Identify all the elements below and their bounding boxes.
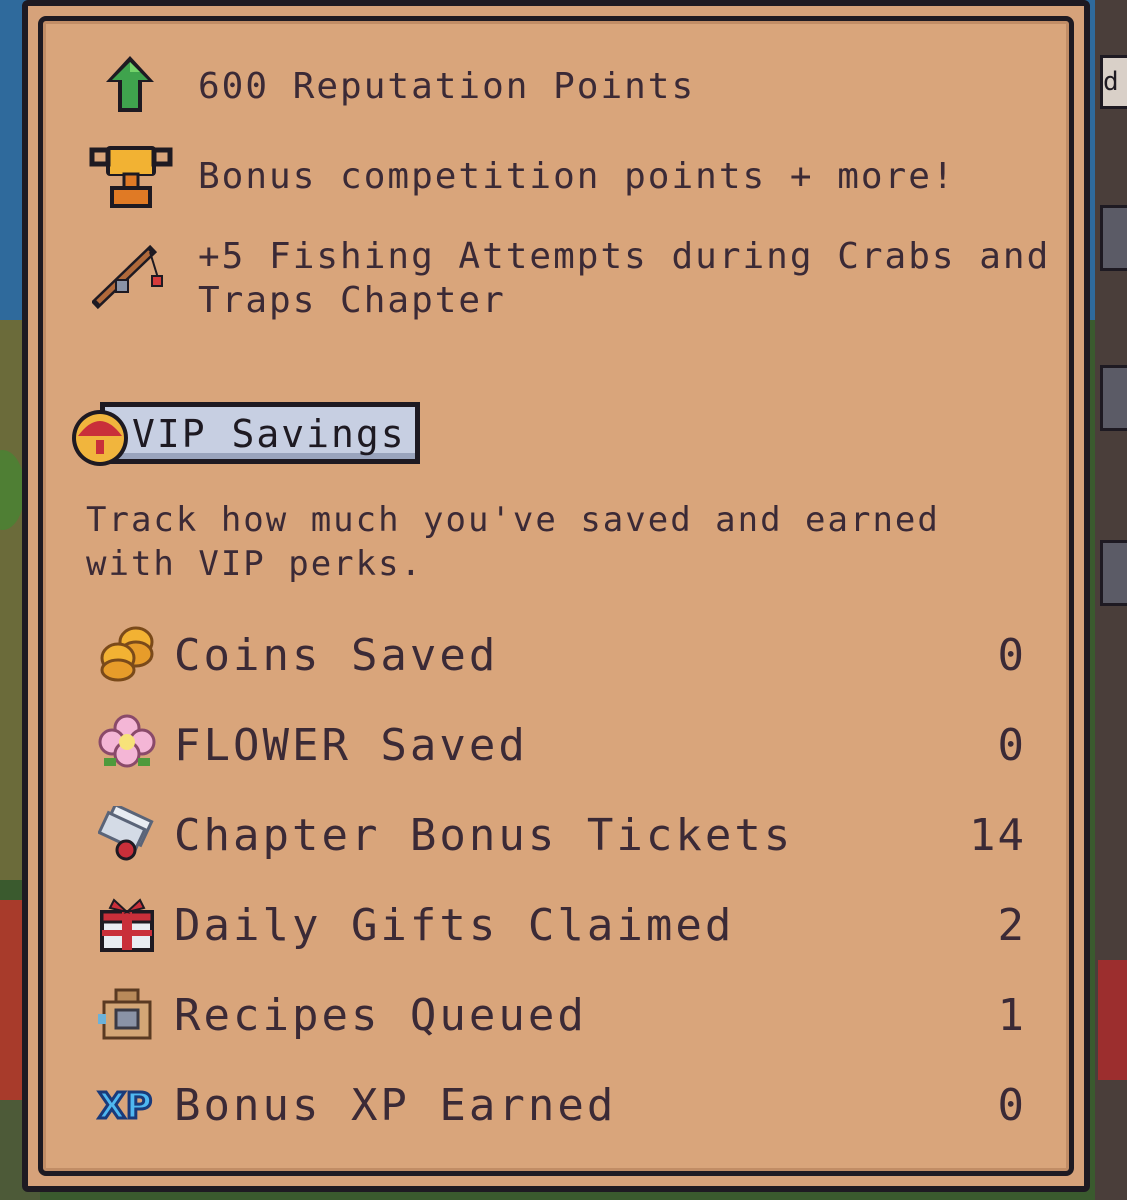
stat-value-flower: 0 [997,720,1026,771]
ticket-icon [98,806,154,861]
perk-fishing-text-line1: +5 Fishing Attempts during Crabs and [198,236,1051,277]
stat-label-gifts: Daily Gifts Claimed [174,900,735,951]
side-button[interactable] [1100,365,1127,431]
perk-fishing-text-line2: Traps Chapter [198,280,506,321]
coins-icon [100,626,154,682]
vip-gift-icon [72,410,128,466]
stat-label-coins: Coins Saved [174,630,499,681]
side-tab[interactable]: d [1100,55,1127,109]
xp-icon: XP [97,1085,154,1127]
vip-savings-description-line1: Track how much you've saved and earned [86,500,940,540]
side-button[interactable] [1100,205,1127,271]
gold-trophy-icon [89,146,173,208]
background-building-right [1098,960,1127,1080]
stat-label-xp: Bonus XP Earned [174,1080,617,1131]
gift-box-icon [100,898,154,952]
stat-value-xp: 0 [997,1080,1026,1131]
stat-value-tickets: 14 [969,810,1026,861]
side-button[interactable] [1100,540,1127,606]
flower-icon [98,714,156,768]
stat-value-coins: 0 [997,630,1026,681]
stat-value-gifts: 2 [997,900,1026,951]
stat-label-flower: FLOWER Saved [174,720,528,771]
stat-value-recipes: 1 [997,990,1026,1041]
stat-label-recipes: Recipes Queued [174,990,587,1041]
vip-savings-description-line2: with VIP perks. [86,544,424,584]
recipe-machine-icon [98,988,152,1040]
stat-label-tickets: Chapter Bonus Tickets [174,810,794,861]
side-tab-letter: d [1103,67,1119,97]
vip-savings-title: VIP Savings [132,412,406,456]
fishing-rod-icon [92,244,163,310]
svg-text:XP: XP [98,1086,152,1126]
perk-reputation-text: 600 Reputation Points [198,66,696,107]
perk-competition-text: Bonus competition points + more! [198,156,956,197]
green-up-arrow-icon [106,56,154,112]
